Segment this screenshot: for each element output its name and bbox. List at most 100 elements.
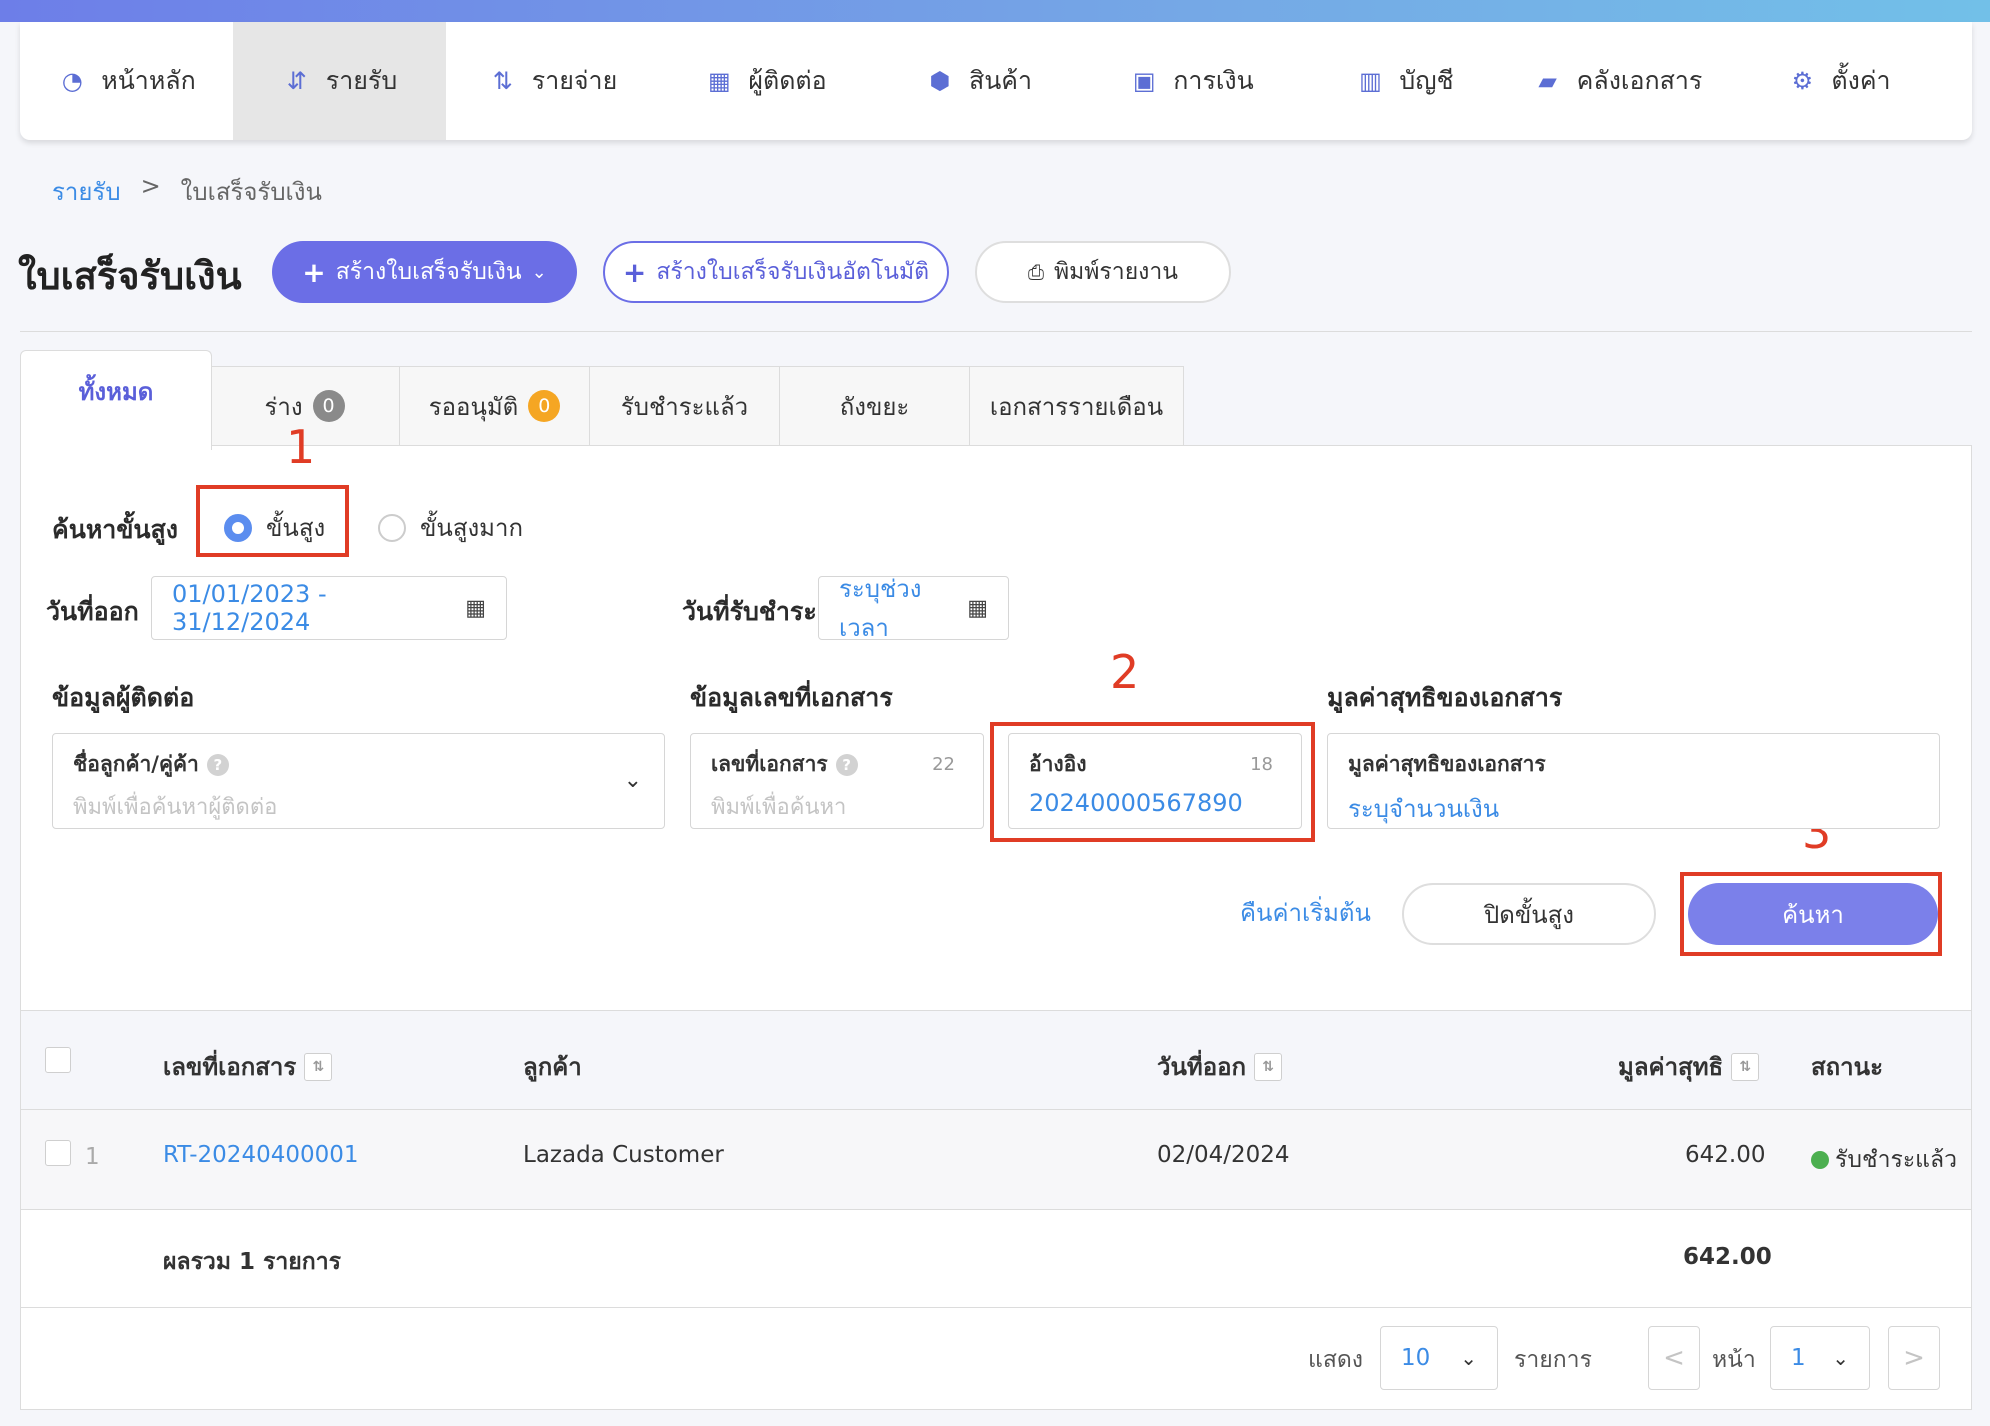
create-auto-receipt-button[interactable]: + สร้างใบเสร็จรับเงินอัตโนมัติ — [603, 241, 949, 303]
nav-home[interactable]: ◔ หน้าหลัก — [20, 22, 233, 140]
chevron-down-icon: ⌄ — [623, 768, 642, 793]
docno-input[interactable]: เลขที่เอกสาร? พิมพ์เพื่อค้นหา 22 — [690, 733, 984, 829]
tab-label: รออนุมัติ — [428, 392, 519, 421]
expense-icon: ⇅ — [492, 67, 513, 95]
col-date-label: วันที่ออก — [1157, 1053, 1247, 1081]
row-amount: 642.00 — [1685, 1142, 1766, 1168]
pager-items-label: รายการ — [1514, 1347, 1592, 1373]
radio-label: ขั้นสูง — [266, 514, 326, 542]
top-gradient-bar — [0, 0, 1990, 22]
sort-icon[interactable]: ⇅ — [1731, 1052, 1760, 1081]
tab-label: ถังขยะ — [839, 392, 910, 421]
close-advanced-button[interactable]: ปิดขั้นสูง — [1402, 883, 1656, 945]
page-value: 1 — [1791, 1345, 1806, 1371]
tab-paid[interactable]: รับชำระแล้ว — [589, 366, 780, 446]
radio-more-advanced[interactable]: ขั้นสูงมาก — [378, 508, 523, 547]
tab-all[interactable]: ทั้งหมด — [20, 350, 212, 450]
sort-icon[interactable]: ⇅ — [304, 1052, 333, 1081]
sort-icon[interactable]: ⇅ — [1254, 1052, 1283, 1081]
col-date[interactable]: วันที่ออก ⇅ — [1157, 1047, 1283, 1086]
chevron-down-icon: ⌄ — [531, 261, 547, 283]
create-receipt-button[interactable]: + สร้างใบเสร็จรับเงิน ⌄ — [272, 241, 577, 303]
annotation-number-2: 2 — [1110, 645, 1140, 699]
folder-icon: ▰ — [1538, 67, 1557, 95]
row-customer: Lazada Customer — [523, 1142, 724, 1168]
reference-char-count: 18 — [1250, 754, 1273, 775]
select-all-checkbox[interactable] — [45, 1047, 71, 1073]
chevron-left-icon: < — [1663, 1343, 1685, 1373]
radio-unselected-icon — [378, 513, 406, 542]
customer-select[interactable]: ชื่อลูกค้า/คู่ค้า? พิมพ์เพื่อค้นหาผู้ติด… — [52, 733, 665, 829]
draft-count-badge: 0 — [312, 390, 345, 422]
col-docno-label: เลขที่เอกสาร — [163, 1053, 297, 1081]
breadcrumb-parent[interactable]: รายรับ — [52, 172, 121, 211]
table-header: เลขที่เอกสาร ⇅ ลูกค้า วันที่ออก ⇅ มูลค่า… — [21, 1010, 1971, 1110]
row-checkbox[interactable] — [45, 1140, 71, 1166]
docno-placeholder: พิมพ์เพื่อค้นหา — [711, 795, 847, 820]
summary-row: ผลรวม 1 รายการ 642.00 — [21, 1210, 1971, 1308]
col-amount-label: มูลค่าสุทธิ — [1618, 1053, 1724, 1081]
issue-date-range-input[interactable]: 01/01/2023 - 31/12/2024 ▦ — [151, 576, 507, 640]
net-amount-input[interactable]: มูลค่าสุทธิของเอกสาร ระบุจำนวนเงิน — [1327, 733, 1940, 829]
ledger-icon: ▥ — [1359, 67, 1382, 95]
tab-label: รับชำระแล้ว — [620, 392, 749, 421]
pay-date-label: วันที่รับชำระ — [682, 597, 817, 626]
nav-income[interactable]: ⇵ รายรับ — [233, 22, 446, 140]
tab-trash[interactable]: ถังขยะ — [779, 366, 970, 446]
per-page-value: 10 — [1401, 1345, 1431, 1371]
pay-date-range-input[interactable]: ระบุช่วงเวลา ▦ — [818, 575, 1009, 642]
row-status: รับชำระแล้ว — [1811, 1142, 1957, 1178]
row-index: 1 — [85, 1144, 100, 1170]
reset-link[interactable]: คืนค่าเริ่มต้น — [1240, 893, 1371, 932]
docno-char-count: 22 — [932, 754, 955, 775]
pending-count-badge: 0 — [528, 390, 561, 422]
money-icon: ▣ — [1132, 67, 1156, 95]
nav-label: คลังเอกสาร — [1576, 66, 1703, 95]
summary-amount: 642.00 — [1683, 1244, 1772, 1270]
nav-settings[interactable]: ⚙ ตั้งค่า — [1724, 22, 1954, 140]
nav-label: บัญชี — [1399, 66, 1454, 95]
prev-page-button[interactable]: < — [1648, 1326, 1700, 1390]
divider — [20, 331, 1972, 332]
nav-products[interactable]: ⬢ สินค้า — [872, 22, 1085, 140]
calendar-icon: ▦ — [465, 595, 486, 621]
tab-label: เอกสารรายเดือน — [989, 392, 1164, 421]
row-date: 02/04/2024 — [1157, 1142, 1290, 1168]
next-page-button[interactable]: > — [1888, 1326, 1940, 1390]
gear-icon: ⚙ — [1791, 67, 1814, 95]
tab-pending[interactable]: รออนุมัติ 0 — [399, 366, 590, 446]
row-docno-link[interactable]: RT-20240400001 — [163, 1142, 359, 1168]
dashboard-icon: ◔ — [61, 67, 83, 95]
radio-advanced[interactable]: ขั้นสูง — [224, 508, 325, 547]
breadcrumb: รายรับ > ใบเสร็จรับเงิน — [52, 172, 322, 211]
nav-label: รายรับ — [325, 66, 398, 95]
breadcrumb-current: ใบเสร็จรับเงิน — [180, 178, 322, 206]
search-button[interactable]: ค้นหา — [1688, 883, 1938, 945]
nav-expense[interactable]: ⇅ รายจ่าย — [446, 22, 659, 140]
pager-page-label: หน้า — [1712, 1347, 1756, 1373]
main-nav: ◔ หน้าหลัก ⇵ รายรับ ⇅ รายจ่าย ▦ ผู้ติดต่… — [20, 22, 1972, 140]
per-page-select[interactable]: 10 ⌄ — [1380, 1326, 1498, 1390]
printer-icon: ⎙ — [1027, 260, 1044, 284]
print-report-button[interactable]: ⎙ พิมพ์รายงาน — [975, 241, 1231, 303]
summary-label: ผลรวม 1 รายการ — [163, 1249, 341, 1275]
page-title: ใบเสร็จรับเงิน — [18, 254, 242, 298]
nav-label: ตั้งค่า — [1831, 66, 1891, 95]
table-row[interactable]: 1 RT-20240400001 Lazada Customer 02/04/2… — [21, 1110, 1971, 1210]
nav-documents[interactable]: ▰ คลังเอกสาร — [1511, 22, 1724, 140]
nav-finance[interactable]: ▣ การเงิน — [1085, 22, 1298, 140]
nav-accounting[interactable]: ▥ บัญชี — [1298, 22, 1511, 140]
reference-input[interactable]: อ้างอิง 20240000567890 18 — [1008, 733, 1302, 829]
tab-monthly[interactable]: เอกสารรายเดือน — [969, 366, 1184, 446]
col-docno[interactable]: เลขที่เอกสาร ⇅ — [163, 1047, 333, 1086]
row-status-label: รับชำระแล้ว — [1835, 1147, 1958, 1173]
reference-value: 20240000567890 — [1029, 789, 1243, 817]
page-select[interactable]: 1 ⌄ — [1770, 1326, 1870, 1390]
issue-date-value: 01/01/2023 - 31/12/2024 — [172, 580, 327, 636]
create-receipt-label: สร้างใบเสร็จรับเงิน — [335, 259, 522, 285]
nav-contacts[interactable]: ▦ ผู้ติดต่อ — [659, 22, 872, 140]
nav-label: ผู้ติดต่อ — [748, 66, 827, 95]
nav-label: หน้าหลัก — [101, 66, 196, 95]
col-amount[interactable]: มูลค่าสุทธิ ⇅ — [1618, 1047, 1760, 1086]
product-box-icon: ⬢ — [929, 67, 951, 95]
